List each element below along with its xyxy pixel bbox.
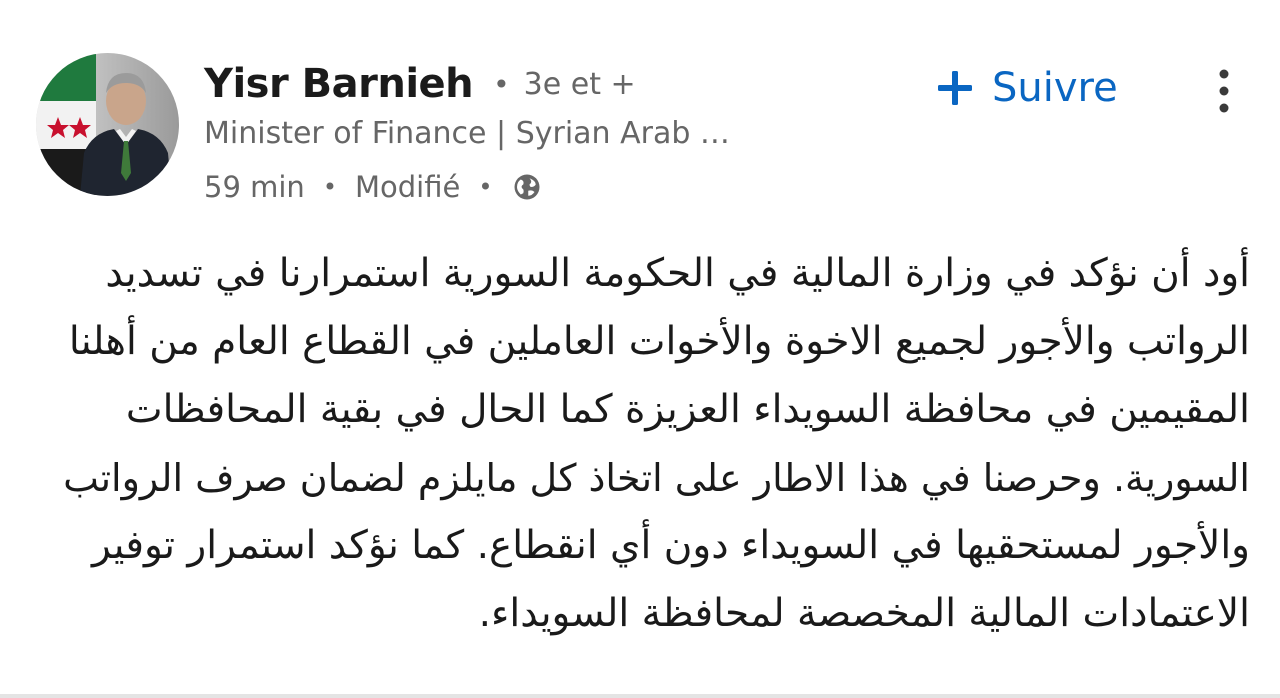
post-line: والأجور لمستحقيها في السويداء دون أي انق… [92, 523, 1250, 568]
post-body: أود أن نؤكد في وزارة المالية في الحكومة … [50, 240, 1250, 648]
follow-button[interactable]: Suivre [936, 60, 1118, 116]
post-line: الرواتب والأجور لجميع الاخوة والأخوات ال… [68, 319, 1250, 364]
follow-label: Suivre [992, 65, 1118, 111]
connection-degree: 3e et + [523, 66, 636, 102]
edited-label: Modifié [354, 170, 461, 204]
plus-icon [936, 69, 974, 107]
post-line: المقيمين في محافظة السويداء العزيزة كما … [125, 387, 1250, 432]
more-vertical-icon [1219, 69, 1229, 113]
post-time: 59 min [204, 170, 305, 204]
separator-dot: • [493, 67, 510, 101]
more-options-button[interactable] [1204, 66, 1244, 116]
separator-dot: • [478, 173, 493, 201]
author-headline[interactable]: Minister of Finance | Syrian Arab … [204, 116, 730, 151]
author-line: Yisr Barnieh • 3e et + [204, 58, 636, 110]
post-meta: 59 min • Modifié • [204, 166, 542, 208]
author-avatar[interactable] [36, 53, 179, 196]
feed-post: Yisr Barnieh • 3e et + Minister of Finan… [0, 0, 1280, 698]
author-name[interactable]: Yisr Barnieh [204, 61, 474, 107]
post-line: الاعتمادات المالية المخصصة لمحافظة السوي… [478, 591, 1250, 636]
separator-dot: • [322, 173, 337, 201]
globe-icon [512, 172, 542, 202]
post-line: أود أن نؤكد في وزارة المالية في الحكومة … [105, 251, 1250, 296]
divider [0, 694, 1280, 698]
post-line: السورية. وحرصنا في هذا الاطار على اتخاذ … [63, 456, 1250, 500]
avatar-photo [36, 53, 179, 196]
